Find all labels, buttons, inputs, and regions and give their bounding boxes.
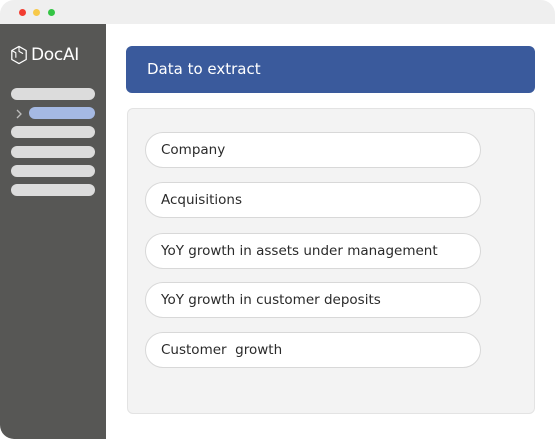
field-label: Acquisitions xyxy=(161,192,242,208)
field-label: YoY growth in customer deposits xyxy=(161,292,381,308)
sidebar-item-5[interactable] xyxy=(11,165,95,177)
minimize-window-button[interactable] xyxy=(33,9,40,16)
app-window: DocAI Data to extract Company Acquisitio… xyxy=(0,0,555,439)
sidebar-item-4[interactable] xyxy=(11,146,95,158)
field-acquisitions[interactable]: Acquisitions xyxy=(145,182,481,218)
sidebar-item-2-active[interactable] xyxy=(29,107,95,119)
hexagon-logo-icon xyxy=(11,45,27,65)
field-label: YoY growth in assets under management xyxy=(161,243,438,259)
sidebar: DocAI xyxy=(0,24,106,439)
field-company[interactable]: Company xyxy=(145,132,481,168)
title-bar xyxy=(0,0,555,24)
section-header: Data to extract xyxy=(126,46,535,93)
field-label: Company xyxy=(161,142,226,158)
chevron-right-icon xyxy=(16,109,22,119)
field-label: Customer growth xyxy=(161,342,283,358)
close-window-button[interactable] xyxy=(19,9,26,16)
sidebar-item-3[interactable] xyxy=(11,126,95,138)
app-name: DocAI xyxy=(31,45,79,65)
maximize-window-button[interactable] xyxy=(48,9,55,16)
section-header-title: Data to extract xyxy=(147,60,261,78)
sidebar-item-1[interactable] xyxy=(11,88,95,100)
field-customer-growth[interactable]: Customer growth xyxy=(145,332,481,368)
field-yoy-deposits-growth[interactable]: YoY growth in customer deposits xyxy=(145,282,481,318)
app-logo[interactable]: DocAI xyxy=(10,44,79,66)
sidebar-item-6[interactable] xyxy=(11,184,95,196)
field-yoy-aum-growth[interactable]: YoY growth in assets under management xyxy=(145,233,481,269)
